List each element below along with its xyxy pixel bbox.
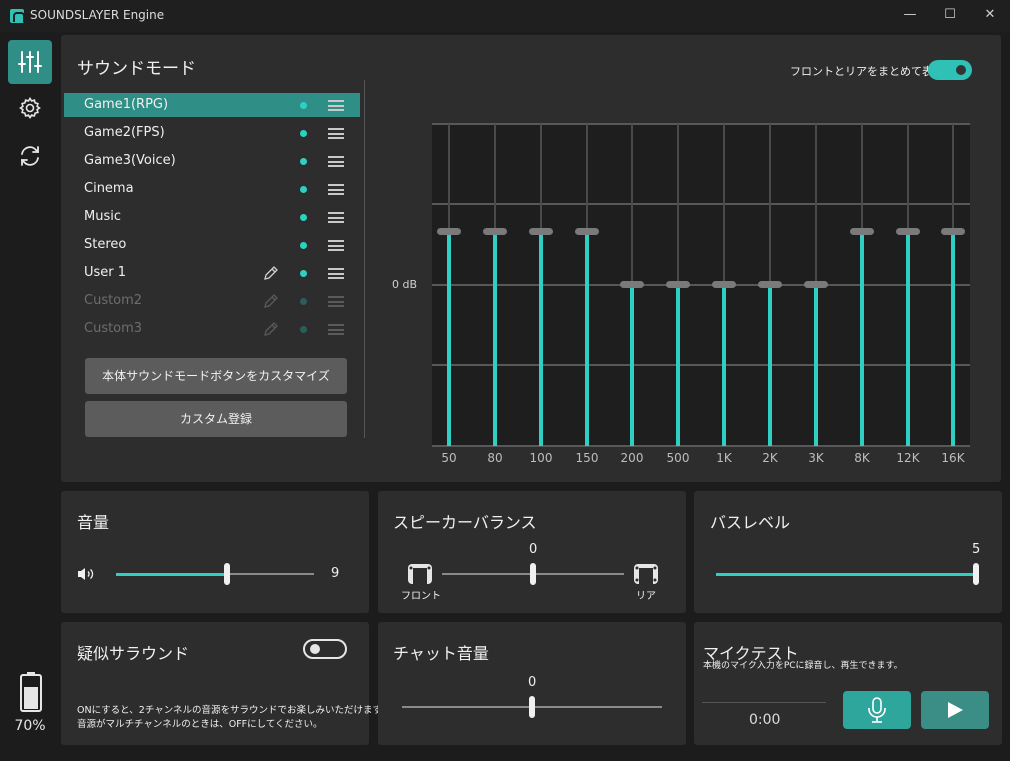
play-icon [948, 702, 963, 718]
battery-icon [20, 672, 42, 712]
eq-band-label: 150 [575, 451, 599, 465]
eq-band-fill [951, 232, 955, 446]
virtual-surround-toggle[interactable] [303, 639, 347, 659]
eq-band-label: 50 [441, 451, 457, 465]
eq-band-fill [630, 285, 634, 446]
eq-band-fill [768, 285, 772, 446]
eq-band-label: 500 [666, 451, 690, 465]
virtual-surround-description-1: ONにすると、2チャンネルの音源をサラウンドでお楽しみいただけます。 [77, 705, 391, 716]
speaker-balance-thumb[interactable] [530, 563, 536, 585]
eq-band-thumb[interactable] [575, 228, 599, 235]
volume-value: 9 [331, 566, 340, 581]
volume-slider-thumb[interactable] [224, 563, 230, 585]
eq-band-label: 16K [941, 451, 965, 465]
bass-level-value: 5 [972, 542, 981, 557]
chat-volume-thumb[interactable] [529, 696, 535, 718]
eq-band-fill [906, 232, 910, 446]
eq-band-fill [447, 232, 451, 446]
volume-title: 音量 [77, 513, 110, 532]
mic-play-button[interactable] [921, 691, 989, 729]
eq-band-fill [814, 285, 818, 446]
speaker-balance-value: 0 [529, 542, 538, 557]
eq-band-label: 8K [854, 451, 870, 465]
eq-band-thumb[interactable] [850, 228, 874, 235]
eq-band-fill [722, 285, 726, 446]
eq-band-fill [493, 232, 497, 446]
eq-band-label: 100 [529, 451, 553, 465]
rear-label: リア [636, 591, 656, 602]
eq-band-label: 3K [808, 451, 824, 465]
bass-level-title: バスレベル [710, 513, 791, 532]
front-label: フロント [401, 591, 441, 602]
front-speaker-icon [408, 564, 432, 584]
mic-record-button[interactable] [843, 691, 911, 729]
virtual-surround-description-2: 音源がマルチチャンネルのときは、OFFにしてください。 [77, 719, 323, 730]
eq-band-fill [539, 232, 543, 446]
mic-test-description: 本機のマイク入力をPCに録音し、再生できます。 [703, 661, 903, 671]
eq-band-thumb[interactable] [896, 228, 920, 235]
eq-band-thumb[interactable] [712, 281, 736, 288]
volume-fill [116, 573, 227, 576]
microphone-icon [868, 697, 886, 723]
eq-band-fill [676, 285, 680, 446]
mic-test-divider [702, 702, 826, 703]
virtual-surround-title: 疑似サラウンド [77, 644, 190, 663]
eq-band-thumb[interactable] [620, 281, 644, 288]
equalizer-sliders [432, 123, 970, 447]
speaker-balance-title: スピーカーバランス [393, 513, 537, 532]
eq-band-thumb[interactable] [758, 281, 782, 288]
eq-band-label: 1K [716, 451, 732, 465]
eq-band-label: 2K [762, 451, 778, 465]
bass-level-fill [716, 573, 976, 576]
chat-volume-value: 0 [528, 675, 537, 690]
speaker-icon [78, 568, 94, 580]
battery-percent: 70% [14, 718, 46, 734]
eq-band-label: 80 [487, 451, 503, 465]
eq-band-thumb[interactable] [666, 281, 690, 288]
eq-band-thumb[interactable] [941, 228, 965, 235]
eq-band-fill [860, 232, 864, 446]
bass-level-thumb[interactable] [973, 563, 979, 585]
eq-band-label: 12K [896, 451, 920, 465]
eq-band-thumb[interactable] [437, 228, 461, 235]
mic-test-time: 0:00 [749, 712, 781, 728]
eq-band-fill [585, 232, 589, 446]
eq-band-thumb[interactable] [483, 228, 507, 235]
eq-band-label: 200 [620, 451, 644, 465]
chat-volume-title: チャット音量 [393, 644, 489, 663]
eq-band-thumb[interactable] [804, 281, 828, 288]
rear-speaker-icon [634, 564, 658, 584]
eq-band-thumb[interactable] [529, 228, 553, 235]
